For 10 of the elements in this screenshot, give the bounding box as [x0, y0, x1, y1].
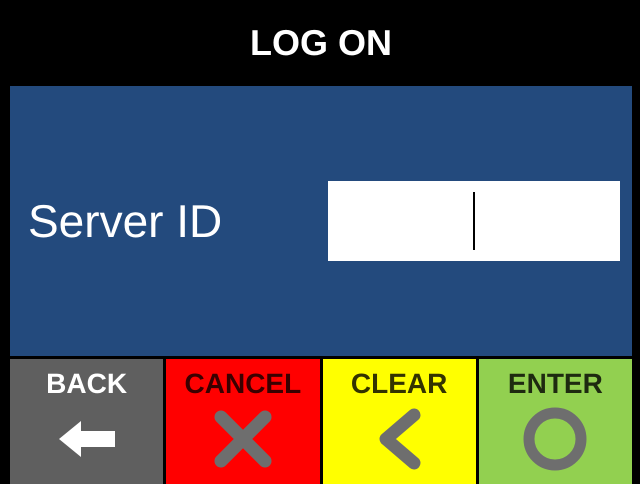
text-cursor — [473, 192, 475, 250]
clear-button[interactable]: CLEAR — [322, 359, 476, 484]
cancel-button[interactable]: CANCEL — [166, 359, 320, 484]
back-button[interactable]: BACK — [10, 359, 164, 484]
enter-button[interactable]: ENTER — [478, 359, 632, 484]
input-field[interactable] — [328, 181, 620, 261]
circle-icon — [522, 406, 588, 472]
field-label: Server ID — [28, 194, 222, 248]
left-arrow-icon — [56, 419, 117, 459]
screen-title: LOG ON — [250, 21, 392, 65]
